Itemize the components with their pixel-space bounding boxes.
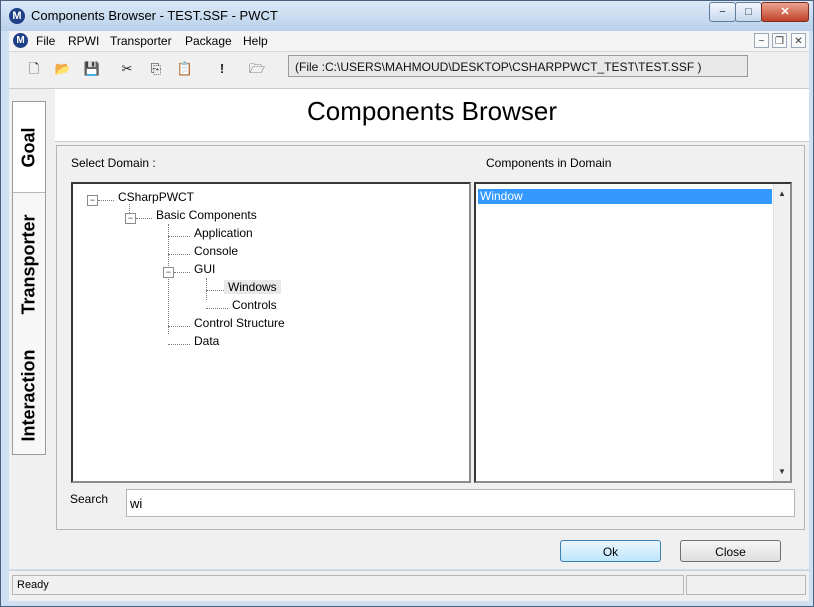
tab-transporter[interactable]: Transporter	[13, 194, 45, 334]
open-folder-icon[interactable]: 📂	[53, 60, 73, 78]
search-label: Search	[70, 492, 109, 506]
tree-node-application[interactable]: Application	[194, 226, 253, 240]
app-icon: M	[9, 8, 25, 24]
menu-rpwi[interactable]: RPWI	[68, 34, 99, 48]
side-tabs: Goal Transporter Interaction	[12, 101, 46, 455]
tree-connector	[206, 278, 207, 300]
menu-file[interactable]: File	[36, 34, 55, 48]
status-text: Ready	[12, 575, 684, 595]
menu-transporter[interactable]: Transporter	[110, 34, 172, 48]
tree-node-gui[interactable]: GUI	[194, 262, 215, 276]
tree-connector	[168, 326, 190, 327]
tree-connector	[129, 204, 130, 213]
client-area: Goal Transporter Interaction Components …	[9, 89, 809, 569]
menu-bar: M File RPWI Transporter Package Help − ❐…	[9, 31, 809, 52]
tree-connector	[168, 254, 190, 255]
tree-connector	[206, 290, 224, 291]
mdi-close-button[interactable]: ✕	[791, 33, 806, 48]
status-bar: Ready	[9, 570, 809, 601]
toolbar: 🗋 📂 💾 ✂ ⎘ 📋 ! 🗁 (File :C:\USERS\MAHMOUD\…	[9, 52, 809, 89]
tree-connector	[136, 218, 152, 219]
tab-interaction[interactable]: Interaction	[13, 336, 45, 454]
components-label: Components in Domain	[486, 156, 612, 170]
mdi-app-icon[interactable]: M	[13, 33, 28, 48]
header-panel: Components Browser	[55, 89, 809, 142]
close-window-button[interactable]: ✕	[761, 2, 809, 22]
list-item[interactable]: Window	[478, 189, 772, 204]
maximize-button[interactable]: □	[735, 2, 762, 22]
main-window: M Components Browser - TEST.SSF - PWCT −…	[0, 0, 814, 607]
select-domain-label: Select Domain :	[71, 156, 156, 170]
exclamation-icon[interactable]: !	[212, 60, 232, 78]
collapse-icon[interactable]: −	[163, 267, 174, 278]
components-list[interactable]: Window ▲ ▼	[474, 182, 792, 483]
mdi-minimize-button[interactable]: −	[754, 33, 769, 48]
collapse-icon[interactable]: −	[87, 195, 98, 206]
tree-node-data[interactable]: Data	[194, 334, 219, 348]
file-path-display: (File :C:\USERS\MAHMOUD\DESKTOP\CSHARPPW…	[288, 55, 748, 77]
ok-button[interactable]: Ok	[560, 540, 661, 562]
menu-help[interactable]: Help	[243, 34, 268, 48]
folder-up-icon[interactable]: 🗁	[247, 60, 267, 78]
tab-interaction-label: Interaction	[18, 348, 39, 442]
tab-goal[interactable]: Goal	[13, 102, 45, 193]
tree-connector	[98, 200, 114, 201]
menu-package[interactable]: Package	[185, 34, 232, 48]
scroll-up-icon[interactable]: ▲	[778, 189, 786, 198]
collapse-icon[interactable]: −	[125, 213, 136, 224]
new-file-icon[interactable]: 🗋	[24, 60, 44, 78]
tree-connector	[206, 308, 228, 309]
tree-node-windows[interactable]: Windows	[224, 280, 281, 294]
minimize-button[interactable]: −	[709, 2, 736, 22]
cut-icon[interactable]: ✂	[117, 60, 137, 78]
status-panel	[686, 575, 806, 595]
tree-node-root[interactable]: CSharpPWCT	[118, 190, 194, 204]
tree-connector	[168, 224, 169, 334]
tree-connector	[174, 272, 190, 273]
tree-connector	[168, 344, 190, 345]
tree-connector	[168, 236, 190, 237]
close-button[interactable]: Close	[680, 540, 781, 562]
tree-node-basic-components[interactable]: Basic Components	[156, 208, 257, 222]
page-title: Components Browser	[307, 96, 557, 126]
title-bar[interactable]: M Components Browser - TEST.SSF - PWCT −…	[1, 1, 813, 31]
tree-node-control-structure[interactable]: Control Structure	[194, 316, 285, 330]
domain-tree[interactable]: − CSharpPWCT − Basic Components Applicat…	[71, 182, 471, 483]
search-input[interactable]	[126, 489, 795, 517]
tree-node-controls[interactable]: Controls	[232, 298, 277, 312]
paste-icon[interactable]: 📋	[175, 60, 195, 78]
vertical-scrollbar[interactable]: ▲ ▼	[773, 184, 790, 481]
window-title: Components Browser - TEST.SSF - PWCT	[31, 8, 278, 23]
save-icon[interactable]: 💾	[82, 60, 102, 78]
tree-node-console[interactable]: Console	[194, 244, 238, 258]
tab-transporter-label: Transporter	[18, 213, 39, 315]
copy-icon[interactable]: ⎘	[146, 60, 166, 78]
mdi-restore-button[interactable]: ❐	[772, 33, 787, 48]
scroll-down-icon[interactable]: ▼	[778, 467, 786, 476]
tab-goal-label: Goal	[18, 126, 39, 168]
